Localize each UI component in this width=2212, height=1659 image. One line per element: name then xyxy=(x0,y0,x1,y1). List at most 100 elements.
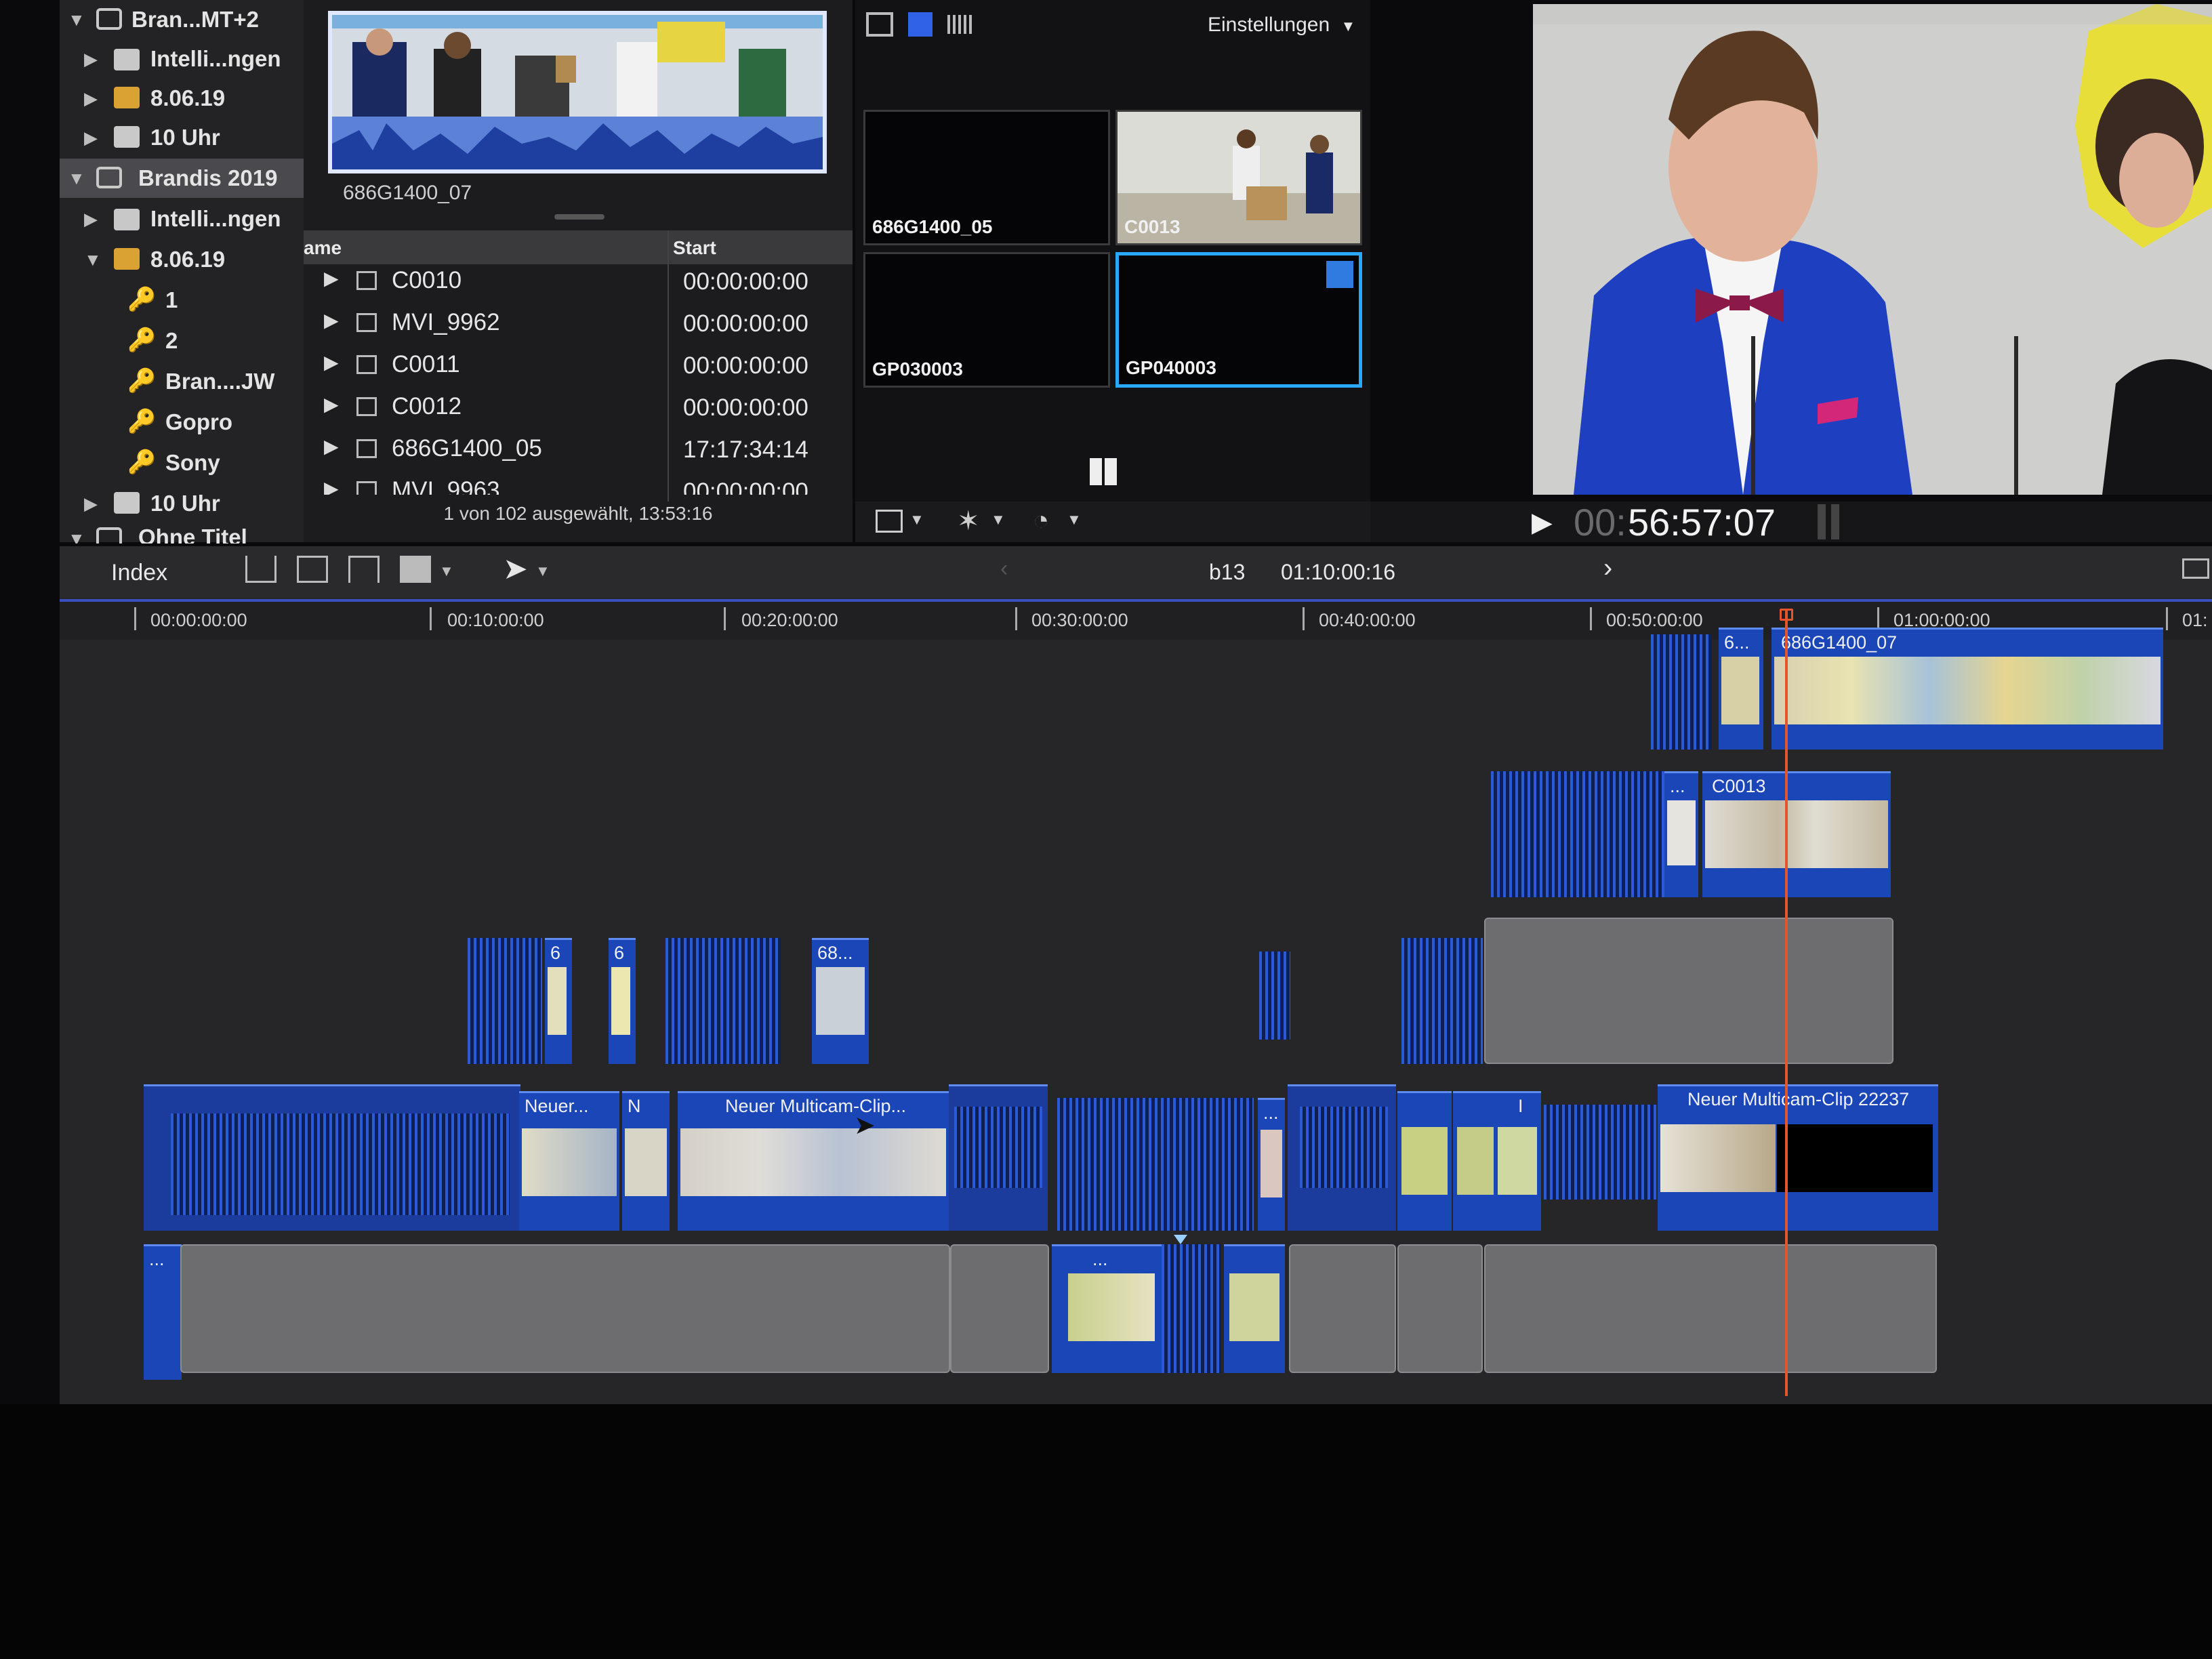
clip-fragments[interactable] xyxy=(1057,1098,1254,1231)
angle-tile-c0013[interactable]: C0013 xyxy=(1115,110,1362,245)
gap-clip[interactable] xyxy=(1484,918,1893,1064)
connected-clip-c0013[interactable]: C0013 xyxy=(1702,771,1891,897)
disclosure-collapsed-icon[interactable]: ▶ xyxy=(84,49,98,70)
storyline-clip[interactable] xyxy=(1288,1084,1396,1231)
library-item-4[interactable]: ▼ Brandis 2019 xyxy=(60,159,304,198)
gap-clip[interactable] xyxy=(180,1244,950,1373)
multicam-clip[interactable] xyxy=(1397,1091,1452,1231)
filmstrip-preview[interactable] xyxy=(328,11,827,173)
angle-settings-menu[interactable]: Einstellungen ▼ xyxy=(1208,14,1355,37)
video-audio-switch-icon[interactable] xyxy=(866,12,893,37)
clip-appearance-icon[interactable] xyxy=(2182,558,2209,579)
storyline-clip[interactable]: ... xyxy=(1052,1244,1162,1373)
video-viewer[interactable] xyxy=(1533,4,2212,495)
angle-bank-grid-icon[interactable] xyxy=(1090,458,1117,485)
angle-tile-gp030003[interactable]: GP030003 xyxy=(863,252,1110,388)
play-icon[interactable]: ▶ xyxy=(1532,507,1553,538)
library-item-7[interactable]: 🔑 1 xyxy=(60,281,304,320)
storyline-clip[interactable] xyxy=(144,1084,520,1231)
clip-fragments[interactable] xyxy=(1651,634,1712,750)
clip-fragments[interactable] xyxy=(468,938,542,1064)
clip-fragments[interactable] xyxy=(1544,1105,1656,1200)
library-item-3[interactable]: ▶ 10 Uhr xyxy=(60,118,304,157)
timeline-index-button[interactable]: Index xyxy=(111,560,167,586)
angle-tile-gp040003[interactable]: GP040003 xyxy=(1115,252,1362,388)
disclosure-expanded-icon[interactable]: ▼ xyxy=(84,249,102,270)
column-header-start[interactable]: Start xyxy=(673,237,716,259)
connected-clip[interactable]: 6 xyxy=(609,938,636,1064)
disclosure-collapsed-icon[interactable]: ▶ xyxy=(324,309,339,331)
video-only-switch-icon[interactable] xyxy=(908,12,933,37)
connected-clip[interactable]: 6... xyxy=(1719,628,1763,750)
library-item-0[interactable]: ▼ Bran...MT+2 xyxy=(60,0,304,39)
library-item-9[interactable]: 🔑 Bran....JW xyxy=(60,362,304,401)
disclosure-collapsed-icon[interactable]: ▶ xyxy=(84,493,98,514)
transform-icon[interactable] xyxy=(876,510,903,533)
disclosure-collapsed-icon[interactable]: ▶ xyxy=(324,435,339,457)
connected-clip-686G1400_07[interactable]: 686G1400_07 xyxy=(1771,628,2163,750)
library-item-1[interactable]: ▶ Intelli...ngen xyxy=(60,39,304,79)
browser-row[interactable]: ▶ C0010 00:00:00:00 xyxy=(304,260,853,302)
speed-gauge-icon[interactable]: ◔ xyxy=(1033,506,1049,536)
disclosure-collapsed-icon[interactable]: ▶ xyxy=(324,477,339,495)
history-forward-icon[interactable]: › xyxy=(1603,553,1612,583)
magic-wand-icon[interactable]: ✶ xyxy=(957,506,980,537)
disclosure-collapsed-icon[interactable]: ▶ xyxy=(84,209,98,230)
audio-only-switch-icon[interactable] xyxy=(947,15,975,34)
playhead[interactable] xyxy=(1785,610,1788,1396)
multicam-clip[interactable]: Neuer... xyxy=(519,1091,619,1231)
insert-clip-icon[interactable] xyxy=(297,556,328,583)
select-tool-arrow-icon[interactable]: ➤ xyxy=(503,552,528,586)
multicam-clip[interactable]: ... xyxy=(1258,1098,1285,1231)
connected-clip[interactable]: 6 xyxy=(545,938,572,1064)
clip-fragments[interactable] xyxy=(1162,1244,1221,1373)
gap-clip[interactable] xyxy=(950,1244,1049,1373)
chevron-down-icon[interactable]: ▼ xyxy=(535,562,550,580)
library-item-11[interactable]: 🔑 Sony xyxy=(60,443,304,483)
gap-clip[interactable] xyxy=(1484,1244,1937,1373)
chevron-down-icon[interactable]: ▼ xyxy=(991,511,1006,529)
browser-row[interactable]: ▶ MVI_9963 00:00:00:00 xyxy=(304,470,853,495)
timecode-display[interactable]: 56:57:07 xyxy=(1628,500,1776,544)
angle-tile-686G1400_05[interactable]: 686G1400_05 xyxy=(863,110,1110,245)
disclosure-expanded-icon[interactable]: ▼ xyxy=(68,168,85,189)
gap-clip[interactable] xyxy=(1397,1244,1483,1373)
gap-clip[interactable] xyxy=(1289,1244,1396,1373)
clip-fragments[interactable] xyxy=(1401,938,1483,1064)
storyline-clip[interactable]: ... xyxy=(144,1244,182,1380)
library-item-6[interactable]: ▼ 8.06.19 xyxy=(60,240,304,279)
library-item-2[interactable]: ▶ 8.06.19 xyxy=(60,79,304,118)
library-item-10[interactable]: 🔑 Gopro xyxy=(60,403,304,442)
playhead-handle-icon[interactable] xyxy=(1780,609,1793,621)
disclosure-collapsed-icon[interactable]: ▶ xyxy=(324,267,339,289)
connected-clip[interactable]: 68... xyxy=(812,938,869,1064)
storyline-clip[interactable] xyxy=(1224,1244,1285,1373)
chevron-down-icon[interactable]: ▼ xyxy=(1067,511,1082,529)
history-back-icon[interactable]: ‹ xyxy=(1000,556,1008,582)
clip-fragments[interactable] xyxy=(1259,951,1290,1040)
storyline-clip[interactable] xyxy=(949,1084,1048,1231)
browser-row[interactable]: ▶ C0012 00:00:00:00 xyxy=(304,386,853,428)
clip-fragments[interactable] xyxy=(665,938,781,1064)
disclosure-collapsed-icon[interactable]: ▶ xyxy=(84,127,98,148)
disclosure-collapsed-icon[interactable]: ▶ xyxy=(324,351,339,373)
library-item-13[interactable]: ▼ Ohne Titel xyxy=(60,522,304,544)
disclosure-collapsed-icon[interactable]: ▶ xyxy=(324,393,339,415)
multicam-clip-22237[interactable]: Neuer Multicam-Clip 22237 xyxy=(1658,1084,1938,1231)
multicam-clip[interactable]: I xyxy=(1494,1091,1541,1231)
append-clip-icon[interactable] xyxy=(348,556,380,583)
multicam-clip[interactable]: N xyxy=(622,1091,670,1231)
disclosure-expanded-icon[interactable]: ▼ xyxy=(68,9,85,30)
overwrite-clip-icon[interactable] xyxy=(400,556,431,583)
chevron-down-icon[interactable]: ▼ xyxy=(909,511,924,529)
disclosure-expanded-icon[interactable]: ▼ xyxy=(68,529,85,544)
browser-row[interactable]: ▶ C0011 00:00:00:00 xyxy=(304,344,853,386)
library-item-8[interactable]: 🔑 2 xyxy=(60,321,304,361)
disclosure-collapsed-icon[interactable]: ▶ xyxy=(84,88,98,109)
chevron-down-icon[interactable]: ▼ xyxy=(439,562,454,580)
column-header-name[interactable]: ame xyxy=(304,237,342,259)
clip-fragments[interactable] xyxy=(1491,771,1667,897)
browser-row[interactable]: ▶ MVI_9962 00:00:00:00 xyxy=(304,302,853,344)
library-item-12[interactable]: ▶ 10 Uhr xyxy=(60,484,304,523)
connect-clip-icon[interactable] xyxy=(245,556,276,583)
